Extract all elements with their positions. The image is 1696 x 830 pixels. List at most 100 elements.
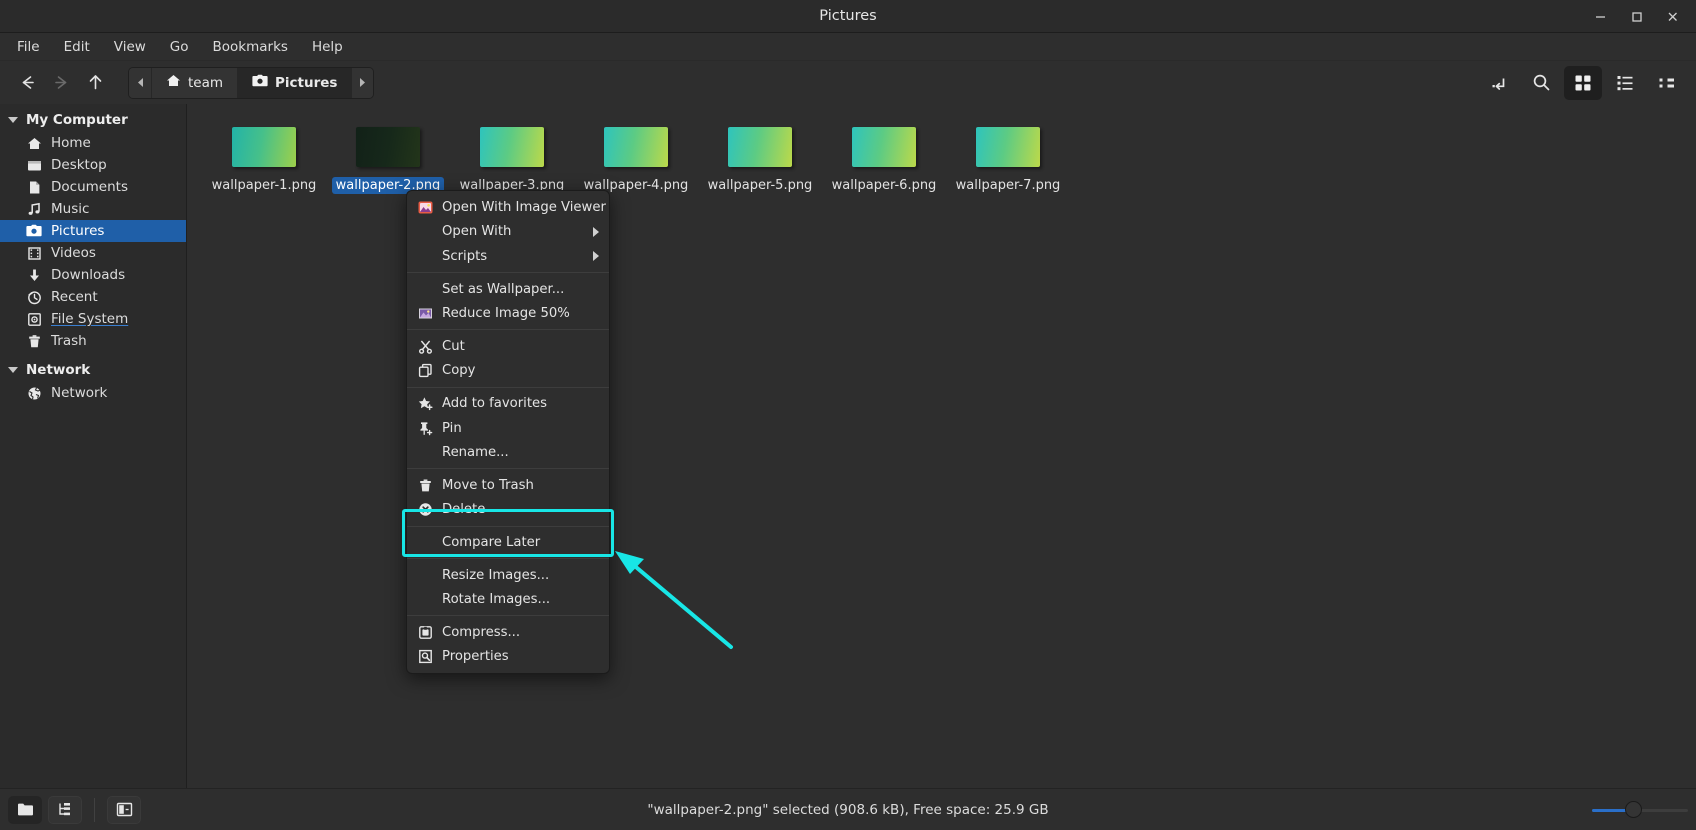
context-menu-item-properties[interactable]: Properties — [407, 645, 609, 670]
toolbar: team Pictures — [0, 61, 1696, 104]
context-menu-item-scripts[interactable]: Scripts — [407, 244, 609, 269]
sidebar-group-my-computer[interactable]: My Computer — [0, 108, 186, 132]
status-bar-divider — [94, 797, 95, 822]
folder-icon[interactable] — [8, 795, 42, 824]
context-menu-item-label: Copy — [442, 363, 476, 379]
file-item[interactable]: wallpaper-5.png — [698, 121, 822, 194]
file-icon-row: wallpaper-1.png wallpaper-2.png wallpape… — [202, 121, 1070, 194]
sidebar-item-music[interactable]: Music — [0, 198, 186, 220]
context-menu-item-resize-images[interactable]: Resize Images... — [407, 563, 609, 588]
scissors-icon — [417, 338, 434, 354]
sidebar-item-label: Home — [51, 135, 91, 151]
copy-icon — [417, 363, 434, 379]
window-title: Pictures — [819, 8, 877, 24]
context-menu-item-set-as-wallpaper[interactable]: Set as Wallpaper... — [407, 277, 609, 302]
context-menu-item-pin[interactable]: Pin — [407, 416, 609, 441]
sidebar: My Computer Home Desktop Documents Music — [0, 104, 187, 788]
sidebar-item-label: Documents — [51, 179, 128, 195]
sidebar-item-videos[interactable]: Videos — [0, 242, 186, 264]
file-manager-window: Pictures File Edit View Go Bookmarks Hel… — [0, 0, 1696, 830]
menu-view[interactable]: View — [103, 35, 157, 59]
menu-edit[interactable]: Edit — [53, 35, 101, 59]
file-name-label: wallpaper-1.png — [211, 178, 317, 193]
sidebar-item-desktop[interactable]: Desktop — [0, 154, 186, 176]
sidebar-item-network[interactable]: Network — [0, 382, 186, 404]
zoom-slider-handle[interactable] — [1625, 800, 1642, 818]
sidebar-item-pictures[interactable]: Pictures — [0, 220, 186, 242]
context-menu-item-rename[interactable]: Rename... — [407, 440, 609, 465]
context-menu-item-compare-later[interactable]: Compare Later — [407, 530, 609, 555]
home-icon — [26, 135, 42, 151]
file-thumbnail — [356, 127, 420, 167]
close-icon[interactable] — [1654, 0, 1690, 33]
chevron-down-icon — [8, 117, 18, 123]
file-item[interactable]: wallpaper-3.png — [450, 121, 574, 194]
maximize-icon[interactable] — [1618, 0, 1654, 33]
sidebar-item-label: Pictures — [51, 223, 105, 239]
sidebar-item-label: Trash — [51, 333, 87, 349]
window-controls — [1582, 0, 1690, 33]
context-menu-item-move-to-trash[interactable]: Move to Trash — [407, 473, 609, 498]
menu-file[interactable]: File — [6, 35, 51, 59]
title-bar: Pictures — [0, 0, 1696, 33]
sidebar-group-network[interactable]: Network — [0, 358, 186, 382]
context-menu-item-compress[interactable]: Compress... — [407, 620, 609, 645]
context-menu-item-label: Pin — [442, 420, 462, 436]
sidebar-item-file-system[interactable]: File System — [0, 308, 186, 330]
file-name-label: wallpaper-7.png — [955, 178, 1061, 193]
zoom-slider[interactable] — [1592, 800, 1688, 820]
breadcrumb-item-pictures[interactable]: Pictures — [237, 67, 352, 98]
sidebar-item-label: Desktop — [51, 157, 107, 173]
menu-help[interactable]: Help — [301, 35, 354, 59]
sidebar-item-recent[interactable]: Recent — [0, 286, 186, 308]
path-scroll-left-icon[interactable] — [129, 67, 151, 98]
list-view-icon[interactable] — [1606, 66, 1644, 100]
globe-icon — [26, 385, 42, 401]
menu-bookmarks[interactable]: Bookmarks — [202, 35, 299, 59]
file-item[interactable]: wallpaper-4.png — [574, 121, 698, 194]
sidebar-item-label: Recent — [51, 289, 98, 305]
file-item[interactable]: wallpaper-1.png — [202, 121, 326, 194]
context-menu-item-label: Rotate Images... — [442, 592, 551, 608]
file-item[interactable]: wallpaper-7.png — [946, 121, 1070, 194]
search-icon[interactable] — [1522, 66, 1560, 100]
tree-icon[interactable] — [48, 795, 82, 824]
compress-icon — [417, 624, 434, 640]
download-arrow-icon — [26, 267, 42, 283]
context-menu-item-rotate-images[interactable]: Rotate Images... — [407, 587, 609, 612]
context-menu-item-label: Delete — [442, 502, 486, 518]
context-menu-item-add-to-favorites[interactable]: Add to favorites — [407, 391, 609, 416]
context-menu-item-open-with[interactable]: Open With — [407, 220, 609, 245]
context-menu-item-open-with-image-viewer[interactable]: Open With Image Viewer — [407, 195, 609, 220]
menu-go[interactable]: Go — [159, 35, 200, 59]
file-name-label: wallpaper-6.png — [831, 178, 937, 193]
sidebar-item-home[interactable]: Home — [0, 132, 186, 154]
minimize-icon[interactable] — [1582, 0, 1618, 33]
context-menu-item-delete[interactable]: Delete — [407, 498, 609, 523]
breadcrumb-item-team[interactable]: team — [151, 67, 238, 98]
back-icon[interactable] — [10, 68, 44, 98]
context-menu-item-cut[interactable]: Cut — [407, 334, 609, 359]
film-icon — [26, 245, 42, 261]
path-scroll-right-icon[interactable] — [351, 67, 374, 98]
context-menu-item-label: Move to Trash — [442, 477, 534, 493]
file-name-label: wallpaper-5.png — [707, 178, 813, 193]
document-icon — [26, 179, 42, 195]
grid-view-icon[interactable] — [1564, 65, 1602, 100]
context-menu-item-copy[interactable]: Copy — [407, 359, 609, 384]
context-menu-item-label: Open With — [442, 224, 512, 240]
sidebar-item-documents[interactable]: Documents — [0, 176, 186, 198]
file-item[interactable]: wallpaper-2.png — [326, 121, 450, 194]
properties-icon — [417, 649, 434, 665]
sidebar-item-downloads[interactable]: Downloads — [0, 264, 186, 286]
file-item[interactable]: wallpaper-6.png — [822, 121, 946, 194]
up-icon[interactable] — [78, 68, 112, 98]
context-menu-separator — [407, 329, 609, 331]
compact-view-icon[interactable] — [1648, 66, 1686, 100]
path-entry-icon[interactable] — [1480, 66, 1518, 100]
sidebar-item-trash[interactable]: Trash — [0, 330, 186, 352]
context-menu-item-label: Open With Image Viewer — [442, 199, 606, 215]
context-menu-item-reduce-image-50[interactable]: Reduce Image 50% — [407, 301, 609, 326]
panel-toggle-icon[interactable] — [107, 795, 141, 824]
forward-icon[interactable] — [44, 68, 78, 98]
